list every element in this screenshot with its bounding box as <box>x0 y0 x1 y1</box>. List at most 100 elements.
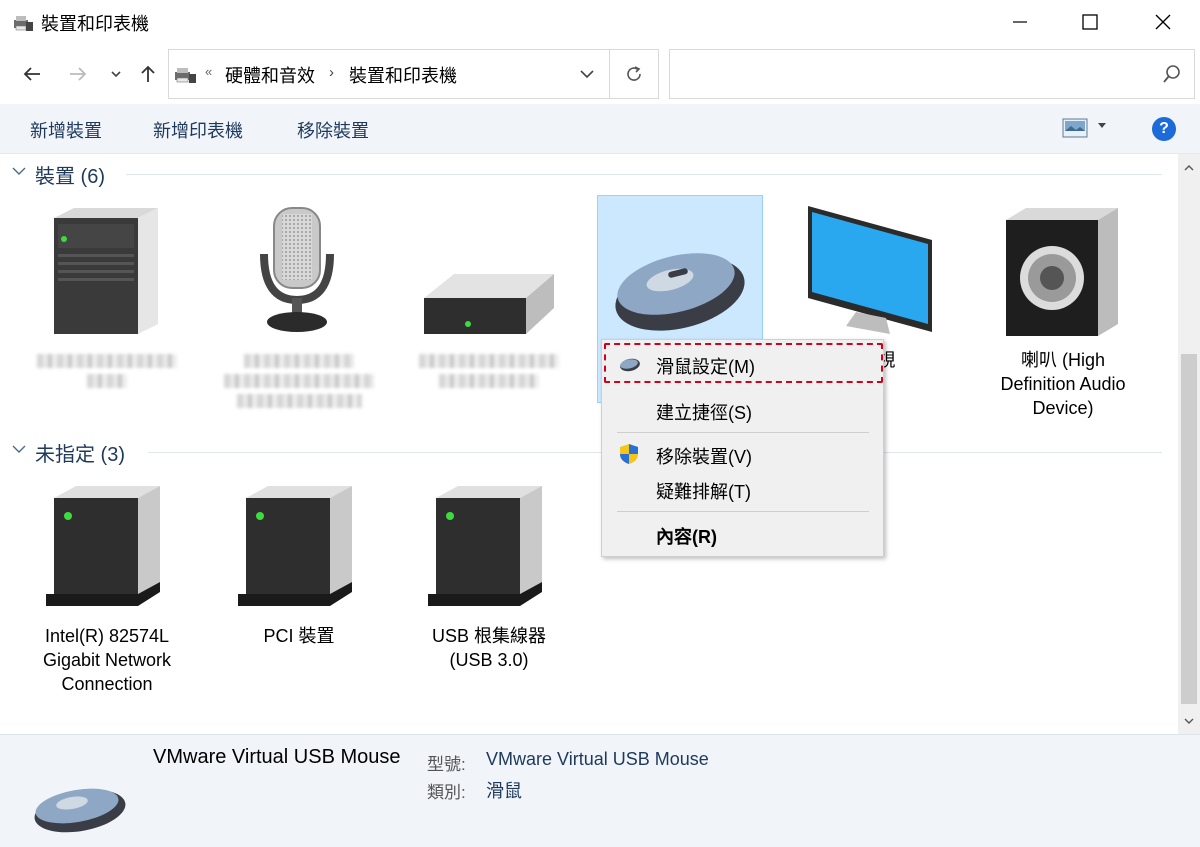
vertical-scrollbar[interactable] <box>1178 154 1200 734</box>
menu-item-troubleshoot[interactable]: 疑難排解(T) <box>602 471 885 507</box>
generic-device-icon <box>46 486 160 606</box>
scroll-up-button[interactable] <box>1178 156 1200 178</box>
title-bar: 裝置和印表機 <box>0 0 1200 44</box>
minimize-button[interactable] <box>984 0 1056 44</box>
model-value: VMware Virtual USB Mouse <box>486 749 709 769</box>
address-dropdown-button[interactable] <box>567 50 607 98</box>
blurred-text <box>236 394 362 408</box>
mouse-icon <box>34 788 126 833</box>
address-bar[interactable]: « 硬體和音效 › 裝置和印表機 <box>168 49 659 99</box>
breadcrumb-hardware-sound[interactable]: 硬體和音效 <box>225 62 315 88</box>
blurred-text <box>224 374 374 388</box>
device-tile-drive[interactable] <box>406 194 572 404</box>
device-tile-computer[interactable] <box>24 194 190 404</box>
menu-item-label: 移除裝置(V) <box>656 447 752 467</box>
menu-item-properties[interactable]: 內容(R) <box>602 516 885 552</box>
search-icon[interactable] <box>1162 64 1182 84</box>
group-divider <box>126 174 1162 175</box>
blurred-text <box>244 354 354 368</box>
remove-device-button[interactable]: 移除裝置 <box>297 117 369 143</box>
menu-item-label: 內容(R) <box>656 527 717 547</box>
group-header-devices[interactable]: 裝置 (6) <box>0 156 1178 192</box>
search-input[interactable] <box>670 50 1150 98</box>
breadcrumb-separator[interactable]: › <box>329 64 334 81</box>
category-value: 滑鼠 <box>486 781 522 801</box>
device-label: 喇叭 (High Definition Audio Device) <box>1000 350 1126 418</box>
help-icon[interactable]: ? <box>1152 117 1176 141</box>
scroll-thumb[interactable] <box>1181 354 1197 704</box>
generic-device-icon <box>238 486 352 606</box>
blurred-text <box>87 374 127 388</box>
highlight-annotation <box>604 343 883 383</box>
device-label: PCI 裝置 <box>263 626 335 646</box>
refresh-button[interactable] <box>609 50 658 98</box>
command-bar: 新增裝置 新增印表機 移除裝置 ? <box>0 104 1200 154</box>
monitor-icon <box>808 206 932 334</box>
maximize-button[interactable] <box>1054 0 1126 44</box>
search-box[interactable] <box>669 49 1195 99</box>
device-label <box>24 348 190 388</box>
mouse-icon <box>615 253 745 331</box>
model-key: 型號: <box>427 755 466 774</box>
change-view-icon[interactable] <box>1062 117 1088 139</box>
device-tile-microphone[interactable] <box>216 194 382 408</box>
blurred-text <box>439 374 539 388</box>
recent-locations-button[interactable] <box>102 60 130 88</box>
chevron-down-icon <box>12 445 26 453</box>
breadcrumb-devices-printers[interactable]: 裝置和印表機 <box>349 62 457 88</box>
devices-view: 裝置 (6) 喇叭 (High Definition Audio Device)… <box>0 154 1178 734</box>
device-label <box>406 348 572 388</box>
menu-separator <box>617 432 869 433</box>
chevron-down-icon <box>580 69 594 78</box>
computer-tower-icon <box>54 208 158 334</box>
refresh-icon <box>627 66 641 81</box>
speaker-icon <box>1006 208 1118 336</box>
breadcrumb-overflow[interactable]: « <box>205 64 212 79</box>
menu-item-label: 疑難排解(T) <box>656 482 751 502</box>
add-printer-button[interactable]: 新增印表機 <box>153 117 243 143</box>
device-tile-usb-hub[interactable]: USB 根集線器 (USB 3.0) <box>406 470 572 680</box>
chevron-down-icon <box>1184 718 1194 724</box>
back-arrow-icon <box>23 67 40 81</box>
device-label: USB 根集線器 (USB 3.0) <box>431 626 546 670</box>
chevron-down-icon <box>12 167 26 175</box>
external-drive-icon <box>424 274 554 334</box>
group-label-unspecified: 未指定 (3) <box>35 444 125 466</box>
devices-printers-icon <box>14 16 33 31</box>
device-tile-network-adapter[interactable]: Intel(R) 82574L Gigabit Network Connecti… <box>24 470 190 694</box>
category-key: 類別: <box>427 783 466 802</box>
details-pane: VMware Virtual USB Mouse 型號: VMware Virt… <box>0 734 1200 847</box>
up-arrow-icon <box>141 65 155 82</box>
menu-item-create-shortcut[interactable]: 建立捷徑(S) <box>602 392 885 428</box>
close-icon <box>1155 14 1171 30</box>
blurred-text <box>37 354 177 368</box>
back-button[interactable] <box>18 60 46 88</box>
generic-device-icon <box>428 486 542 606</box>
forward-button[interactable] <box>64 60 92 88</box>
device-tile-speaker[interactable]: 喇叭 (High Definition Audio Device) <box>980 194 1146 418</box>
group-label-devices: 裝置 (6) <box>35 166 105 188</box>
view-dropdown-icon[interactable] <box>1098 123 1106 129</box>
scroll-down-button[interactable] <box>1178 710 1200 732</box>
microphone-icon <box>260 207 334 332</box>
blurred-text <box>419 354 559 368</box>
device-name: VMware Virtual USB Mouse <box>153 746 401 768</box>
close-button[interactable] <box>1127 0 1199 44</box>
window-title: 裝置和印表機 <box>41 14 149 34</box>
uac-shield-icon <box>620 444 638 464</box>
menu-item-label: 建立捷徑(S) <box>656 403 752 423</box>
forward-arrow-icon <box>70 67 87 81</box>
recent-dropdown-icon <box>111 71 121 78</box>
devices-printers-icon <box>175 68 196 83</box>
menu-separator <box>617 511 869 512</box>
context-menu: 滑鼠設定(M) 建立捷徑(S) 移除裝置(V) 疑難排解(T) 內容(R) <box>601 339 884 557</box>
device-tile-pci[interactable]: PCI 裝置 <box>216 470 382 680</box>
add-device-button[interactable]: 新增裝置 <box>30 117 102 143</box>
chevron-up-icon <box>1184 164 1194 170</box>
up-button[interactable] <box>134 60 162 88</box>
maximize-icon <box>1082 14 1098 30</box>
device-label: Intel(R) 82574L Gigabit Network Connecti… <box>42 626 172 694</box>
group-header-unspecified[interactable]: 未指定 (3) <box>0 434 1178 470</box>
menu-item-remove-device[interactable]: 移除裝置(V) <box>602 436 885 472</box>
device-label <box>216 348 382 408</box>
